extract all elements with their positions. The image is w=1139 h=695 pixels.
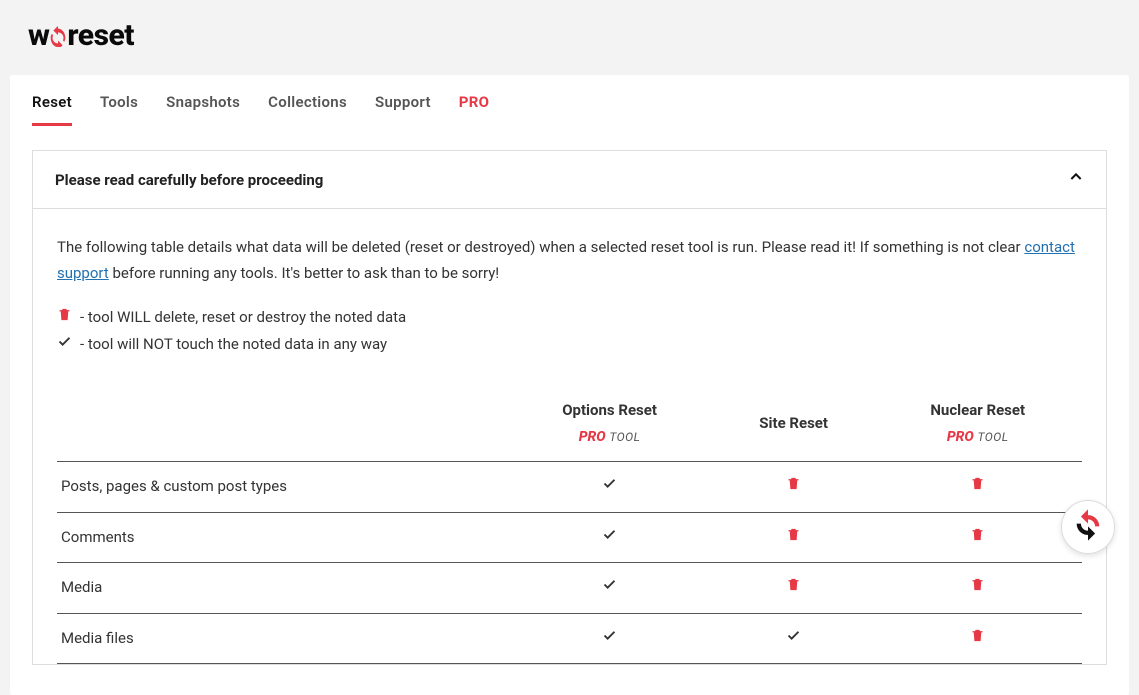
cell-site [714,512,874,563]
table-row: Media [57,563,1082,614]
row-label: Posts, pages & custom post types [57,462,505,513]
table-row: Media files [57,613,1082,664]
chevron-up-icon [1068,169,1084,190]
tabs: Reset Tools Snapshots Collections Suppor… [10,75,1129,126]
col-nuclear: Nuclear Reset PRO TOOL [873,386,1082,462]
tab-support[interactable]: Support [375,93,431,126]
logo: w reset [28,18,134,53]
main-panel: Reset Tools Snapshots Collections Suppor… [10,75,1129,695]
tab-reset[interactable]: Reset [32,93,72,126]
tab-pro[interactable]: PRO [459,93,490,126]
floating-refresh-button[interactable] [1061,500,1115,554]
refresh-icon [1071,508,1105,546]
legend-trash-text: - tool WILL delete, reset or destroy the… [80,304,406,331]
cell-nuclear [873,563,1082,614]
table-row: Comments [57,512,1082,563]
accordion-body: The following table details what data wi… [33,209,1106,664]
cell-site [714,462,874,513]
cell-nuclear [873,512,1082,563]
tab-tools[interactable]: Tools [100,93,138,126]
header: w reset [0,0,1139,75]
trash-icon [57,304,72,331]
cell-site [714,613,874,664]
col-options: Options Reset PRO TOOL [505,386,714,462]
cell-options [505,462,714,513]
tab-snapshots[interactable]: Snapshots [166,93,240,126]
reset-table: Options Reset PRO TOOL Site Reset Nuclea… [57,386,1082,664]
table-row: Posts, pages & custom post types [57,462,1082,513]
cell-nuclear [873,462,1082,513]
row-label: Comments [57,512,505,563]
cell-nuclear [873,613,1082,664]
cell-options [505,563,714,614]
check-icon [57,331,72,358]
cell-options [505,512,714,563]
logo-accent-icon [47,18,69,53]
legend: - tool WILL delete, reset or destroy the… [57,304,1082,358]
tab-collections[interactable]: Collections [268,93,347,126]
col-site: Site Reset [714,386,874,462]
intro-text: The following table details what data wi… [57,235,1082,286]
row-label: Media files [57,613,505,664]
cell-site [714,563,874,614]
row-label: Media [57,563,505,614]
legend-check-text: - tool will NOT touch the noted data in … [80,331,387,358]
cell-options [505,613,714,664]
accordion-header[interactable]: Please read carefully before proceeding [33,151,1106,209]
accordion: Please read carefully before proceeding … [32,150,1107,665]
accordion-title: Please read carefully before proceeding [55,171,323,189]
